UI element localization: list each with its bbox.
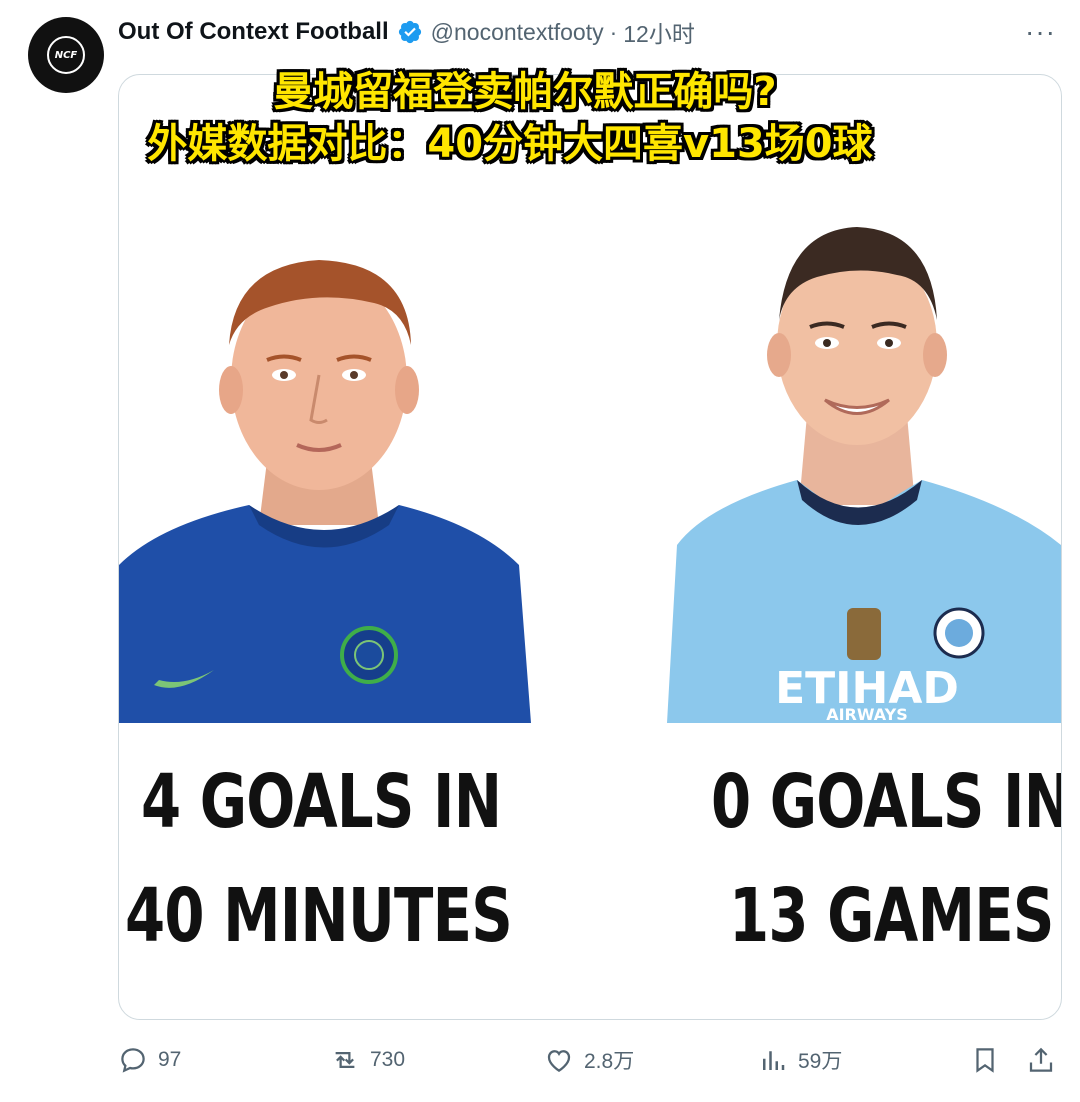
heart-icon (547, 1050, 571, 1072)
reply-icon (121, 1048, 145, 1073)
left-stat-line1: 4 GOALS IN (141, 759, 502, 845)
views-chart-icon (763, 1051, 785, 1070)
overlay-caption-line2: 外媒数据对比：40分钟大四喜v13场0球 (147, 121, 873, 167)
tweet-action-bar: 97 730 2.8万 59万 (118, 1038, 1060, 1082)
share-button[interactable] (1026, 1038, 1056, 1082)
overlay-caption-line1: 曼城留福登卖帕尔默正确吗? (273, 69, 777, 115)
bookmark-button[interactable] (970, 1038, 1000, 1082)
view-count: 59万 (798, 1050, 843, 1073)
overlay-caption: 曼城留福登卖帕尔默正确吗? 外媒数据对比：40分钟大四喜v13场0球 (0, 66, 1080, 170)
views-button[interactable]: 59万 (758, 1038, 842, 1082)
repost-count: 730 (370, 1048, 406, 1071)
timestamp[interactable]: 12小时 (623, 15, 695, 49)
handle[interactable]: @nocontextfooty (431, 19, 604, 46)
left-stat-line2: 40 MINUTES (125, 873, 513, 959)
right-stat-line2: 13 GAMES (729, 873, 1054, 959)
repost-icon (335, 1052, 355, 1068)
share-icon (1029, 1047, 1053, 1072)
right-player-image: ETIHAD AIRWAYS (667, 227, 1061, 723)
reply-count: 97 (158, 1048, 182, 1071)
repost-button[interactable]: 730 (330, 1038, 405, 1082)
verified-badge-icon (398, 20, 421, 44)
tweet-header: Out Of Context Football @nocontextfooty … (118, 14, 695, 50)
like-button[interactable]: 2.8万 (544, 1038, 634, 1082)
reply-button[interactable]: 97 (118, 1038, 181, 1082)
display-name[interactable]: Out Of Context Football (118, 18, 389, 46)
avatar-logo-text: NCF (54, 49, 78, 61)
right-jersey-sponsor-sub: AIRWAYS (826, 705, 908, 723)
tweet-media-image[interactable]: ETIHAD AIRWAYS 4 GOALS IN 40 MINUTES 0 G… (118, 74, 1062, 1020)
separator: · (609, 18, 618, 45)
more-options-icon[interactable]: ··· (1025, 18, 1056, 46)
bookmark-icon (976, 1048, 994, 1073)
like-count: 2.8万 (584, 1050, 635, 1073)
right-stat-line1: 0 GOALS IN (711, 759, 1062, 845)
left-player-image (119, 260, 531, 723)
